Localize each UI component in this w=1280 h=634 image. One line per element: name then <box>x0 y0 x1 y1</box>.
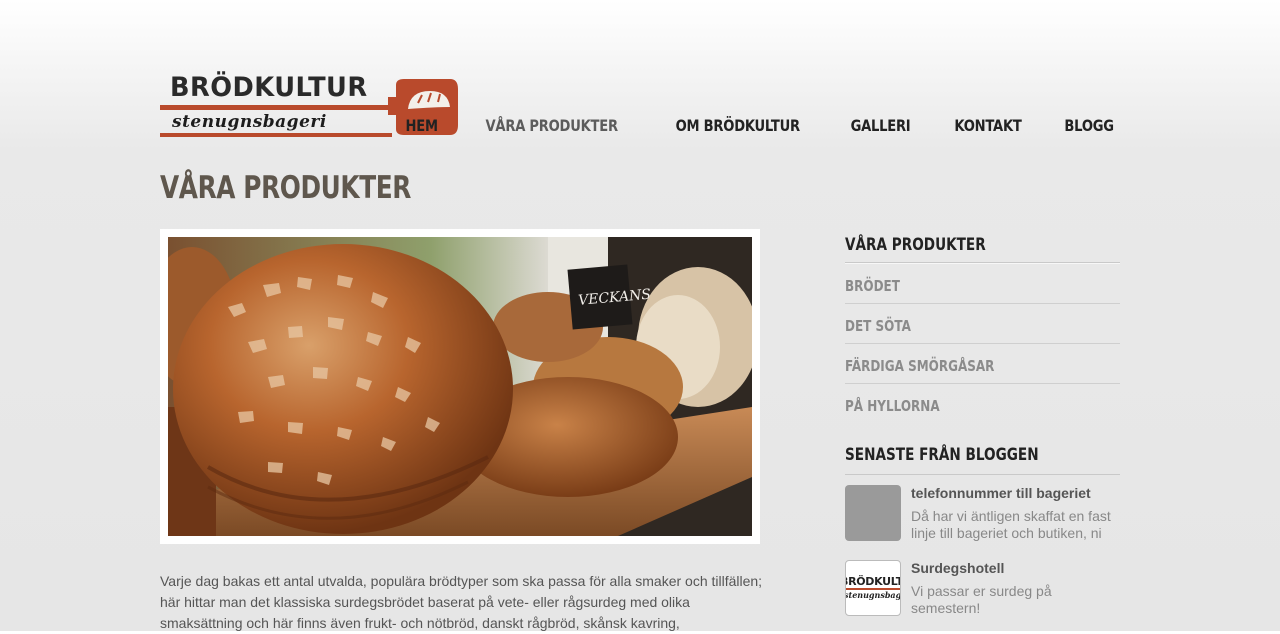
blog-post-title-link[interactable]: telefonnummer till bageriet <box>911 485 1091 501</box>
logo-bar <box>160 105 392 110</box>
nav-om-brodkultur[interactable]: OM BRÖDKULTUR <box>676 116 800 135</box>
post-thumbnail-logo[interactable]: BRÖDKULTUR stenugnsbageri <box>845 560 901 616</box>
blog-post-excerpt: Vi passar er surdeg på semestern! <box>911 583 1052 616</box>
post-thumbnail[interactable] <box>845 485 901 541</box>
nav-blogg[interactable]: BLOGG <box>1064 116 1114 135</box>
sidebar-blog-heading: SENASTE FRÅN BLOGGEN <box>845 445 1039 465</box>
blog-post-title-link[interactable]: Surdegshotell <box>911 560 1004 576</box>
sidebar-item-fardiga-smorgasar[interactable]: FÄRDIGA SMÖRGÅSAR <box>845 344 1065 383</box>
blog-post: telefonnummer till bageriet Då har vi än… <box>845 485 1120 555</box>
bread-photo: VECKANS <box>168 237 752 536</box>
nav-kontakt[interactable]: KONTAKT <box>954 116 1021 135</box>
sidebar-blog: SENASTE FRÅN BLOGGEN <box>845 445 1120 465</box>
sidebar-item-det-sota[interactable]: DET SÖTA <box>845 304 1065 343</box>
thumb-logo-sub: stenugnsbageri <box>845 590 901 600</box>
sidebar-products: VÅRA PRODUKTER BRÖDET DET SÖTA FÄRDIGA S… <box>845 229 1120 423</box>
nav-hem[interactable]: HEM <box>405 116 438 135</box>
logo-subtitle: stenugnsbageri <box>172 112 327 132</box>
logo-bar-bottom <box>160 133 392 137</box>
nav-galleri[interactable]: GALLERI <box>850 116 910 135</box>
intro-text: Varje dag bakas ett antal utvalda, popul… <box>160 573 763 631</box>
page-title: VÅRA PRODUKTER <box>160 170 411 206</box>
hero-image-frame: VECKANS <box>160 229 760 544</box>
sidebar-products-heading: VÅRA PRODUKTER <box>845 235 986 255</box>
blog-post: BRÖDKULTUR stenugnsbageri Surdegshotell … <box>845 560 1120 620</box>
thumb-logo-word: BRÖDKULTUR <box>846 575 900 588</box>
divider <box>845 474 1120 475</box>
sidebar-item-pa-hyllorna[interactable]: PÅ HYLLORNA <box>845 384 1065 423</box>
logo-wordmark: BRÖDKULTUR <box>170 72 368 103</box>
nav-vara-produkter[interactable]: VÅRA PRODUKTER <box>486 116 619 135</box>
main-nav: HEM VÅRA PRODUKTER OM BRÖDKULTUR GALLERI… <box>402 116 1119 135</box>
sidebar-item-brodet[interactable]: BRÖDET <box>845 264 1065 303</box>
blog-post-excerpt: Då har vi äntligen skaffat en fast linje… <box>911 508 1111 541</box>
